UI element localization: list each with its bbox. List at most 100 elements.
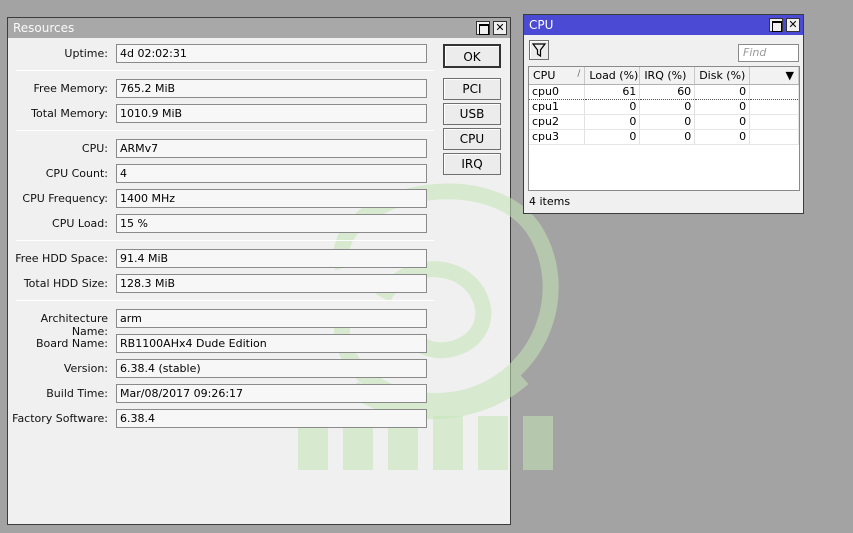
resources-body: Uptime: 4d 02:02:31 Free Memory: 765.2 M…	[8, 38, 559, 524]
field-label: CPU:	[81, 142, 108, 155]
field-label: Free HDD Space:	[15, 252, 108, 265]
table-row[interactable]: cpu1 0 0 0	[529, 99, 799, 115]
field-value[interactable]: arm	[116, 309, 427, 328]
field-label: CPU Frequency:	[22, 192, 108, 205]
separator	[16, 240, 434, 241]
separator	[16, 300, 434, 301]
table-row[interactable]: cpu2 0 0 0	[529, 114, 799, 130]
field-total-memory: Total Memory: 1010.9 MiB	[8, 104, 433, 124]
column-header-load[interactable]: Load (%)	[584, 67, 641, 85]
cell-empty	[749, 114, 799, 130]
field-value[interactable]: 765.2 MiB	[116, 79, 427, 98]
resources-window[interactable]: Resources ✕ Uptime: 4d 02:02:31 Free Mem…	[7, 17, 559, 525]
field-free-memory: Free Memory: 765.2 MiB	[8, 79, 433, 99]
field-value[interactable]: 1010.9 MiB	[116, 104, 427, 123]
field-build-time: Build Time: Mar/08/2017 09:26:17	[8, 384, 433, 404]
field-label: Total HDD Size:	[23, 277, 108, 290]
field-label: Uptime:	[64, 47, 108, 60]
irq-button[interactable]: IRQ	[443, 153, 501, 175]
cpu-titlebar[interactable]: CPU ✕	[524, 15, 803, 35]
maximize-icon[interactable]	[769, 18, 783, 32]
field-value[interactable]: 4	[116, 164, 427, 183]
column-label: Disk (%)	[699, 68, 746, 82]
column-header-irq[interactable]: IRQ (%)	[639, 67, 696, 85]
close-icon[interactable]: ✕	[786, 18, 800, 32]
cell-disk: 0	[694, 114, 751, 130]
field-value[interactable]: 1400 MHz	[116, 189, 427, 208]
field-label: CPU Load:	[52, 217, 108, 230]
maximize-icon[interactable]	[476, 21, 490, 35]
cpu-toolbar: Find	[524, 35, 803, 65]
resources-title: Resources	[13, 21, 75, 35]
field-value[interactable]: 128.3 MiB	[116, 274, 427, 293]
cell-irq: 0	[639, 114, 696, 130]
field-label: Free Memory:	[33, 82, 108, 95]
cell-load: 0	[584, 99, 641, 115]
field-cpu: CPU: ARMv7	[8, 139, 433, 159]
column-label: CPU	[533, 68, 556, 82]
field-uptime: Uptime: 4d 02:02:31	[8, 44, 433, 64]
cpu-button[interactable]: CPU	[443, 128, 501, 150]
separator	[16, 70, 434, 71]
table-row[interactable]: cpu0 61 60 0	[529, 83, 799, 100]
chevron-down-icon[interactable]: ▼	[786, 69, 794, 82]
field-label: Total Memory:	[31, 107, 108, 120]
cell-irq: 60	[639, 83, 696, 100]
ok-button[interactable]: OK	[443, 44, 501, 68]
field-board-name: Board Name: RB1100AHx4 Dude Edition	[8, 334, 433, 354]
status-bar: 4 items	[529, 195, 571, 208]
sort-icon: /	[577, 69, 581, 79]
separator	[16, 130, 434, 131]
cell-empty	[749, 129, 799, 145]
field-architecture: Architecture Name: arm	[8, 309, 433, 338]
cell-cpu: cpu3	[529, 129, 586, 145]
cell-empty	[749, 83, 799, 100]
field-value[interactable]: 6.38.4	[116, 409, 427, 428]
cpu-table: CPU / Load (%) IRQ (%) Disk (%) ▼ cpu0 6…	[528, 66, 800, 191]
column-menu[interactable]: ▼	[749, 67, 799, 85]
cell-empty	[749, 99, 799, 115]
field-label: CPU Count:	[45, 167, 108, 180]
field-free-hdd: Free HDD Space: 91.4 MiB	[8, 249, 433, 269]
cell-cpu: cpu2	[529, 114, 586, 130]
field-total-hdd: Total HDD Size: 128.3 MiB	[8, 274, 433, 294]
resources-titlebar[interactable]: Resources ✕	[8, 18, 510, 38]
field-value[interactable]: RB1100AHx4 Dude Edition	[116, 334, 427, 353]
cell-cpu: cpu1	[529, 99, 586, 115]
table-row[interactable]: cpu3 0 0 0	[529, 129, 799, 145]
cell-disk: 0	[694, 129, 751, 145]
cell-disk: 0	[694, 83, 751, 100]
column-label: IRQ (%)	[644, 68, 687, 82]
cell-load: 0	[584, 129, 641, 145]
field-cpu-load: CPU Load: 15 %	[8, 214, 433, 234]
cell-disk: 0	[694, 99, 751, 115]
field-value[interactable]: Mar/08/2017 09:26:17	[116, 384, 427, 403]
cell-load: 0	[584, 114, 641, 130]
field-factory-software: Factory Software: 6.38.4	[8, 409, 433, 429]
usb-button[interactable]: USB	[443, 103, 501, 125]
field-value[interactable]: ARMv7	[116, 139, 427, 158]
pci-button[interactable]: PCI	[443, 78, 501, 100]
field-label: Build Time:	[46, 387, 108, 400]
field-label: Board Name:	[36, 337, 108, 350]
field-value[interactable]: 15 %	[116, 214, 427, 233]
column-header-disk[interactable]: Disk (%)	[694, 67, 751, 85]
table-header: CPU / Load (%) IRQ (%) Disk (%) ▼	[529, 67, 799, 85]
find-input[interactable]: Find	[738, 44, 799, 62]
field-value[interactable]: 91.4 MiB	[116, 249, 427, 268]
field-value[interactable]: 6.38.4 (stable)	[116, 359, 427, 378]
cell-load: 61	[584, 83, 641, 100]
field-label: Factory Software:	[12, 412, 108, 425]
cpu-window[interactable]: CPU ✕ Find CPU / Load (%) IRQ (%) Disk (…	[523, 14, 804, 214]
field-version: Version: 6.38.4 (stable)	[8, 359, 433, 379]
cell-irq: 0	[639, 129, 696, 145]
field-cpu-frequency: CPU Frequency: 1400 MHz	[8, 189, 433, 209]
cell-irq: 0	[639, 99, 696, 115]
filter-icon	[531, 43, 547, 58]
filter-button[interactable]	[529, 40, 549, 60]
field-label: Version:	[63, 362, 108, 375]
column-header-cpu[interactable]: CPU /	[529, 67, 586, 85]
field-value[interactable]: 4d 02:02:31	[116, 44, 427, 63]
close-icon[interactable]: ✕	[493, 21, 507, 35]
field-cpu-count: CPU Count: 4	[8, 164, 433, 184]
